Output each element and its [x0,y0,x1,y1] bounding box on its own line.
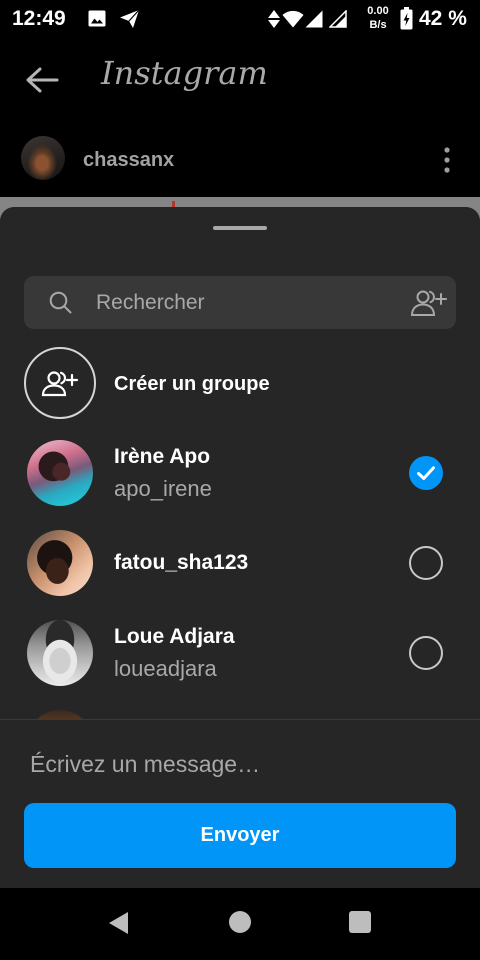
gallery-icon [88,10,106,27]
drag-handle[interactable] [213,226,267,230]
contact-avatar [27,530,93,596]
network-speed-value: 0.00 [367,5,389,17]
search-input[interactable] [96,276,396,329]
contact-name: fatou_sha123 [114,551,249,574]
contact-text: fatou_sha123 [114,518,394,608]
post-username[interactable]: chassanx [83,148,174,172]
send-icon [120,9,140,28]
select-radio[interactable] [409,456,443,490]
nav-recents-icon[interactable] [349,911,371,933]
select-radio[interactable] [409,546,443,580]
contact-name: Loue Adjara [114,625,235,648]
divider [0,719,480,720]
nav-home-icon[interactable] [229,911,251,933]
search-icon [49,291,72,314]
send-button[interactable]: Envoyer [24,803,456,868]
network-speed-unit: B/s [369,19,387,31]
contact-avatar [27,440,93,506]
data-activity-icon [268,10,280,28]
contact-row[interactable]: Loue Adjara loueadjara [0,608,480,698]
battery-percent: 42 % [419,7,467,30]
instagram-logo: Instagram [101,54,268,92]
add-people-icon[interactable] [410,288,448,318]
back-arrow-icon[interactable] [25,66,59,94]
group-add-icon [41,371,79,397]
search-bar[interactable] [24,276,456,329]
contact-name: Irène Apo [114,445,211,468]
contact-list[interactable]: Irène Apo apo_irene fatou_sha123 Loue Ad… [0,428,480,719]
more-vertical-icon[interactable] [441,146,453,174]
contact-text: Irène Apo apo_irene [114,428,394,518]
contact-text: Loue Adjara loueadjara [114,608,394,698]
status-bar: 12:49 0.00 B/s 42 % [0,0,480,38]
share-sheet: Créer un groupe Irène Apo apo_irene fato… [0,207,480,888]
status-time: 12:49 [12,7,66,30]
create-group-circle[interactable] [24,347,96,419]
contact-row[interactable]: Irène Apo apo_irene [0,428,480,518]
wifi-icon [282,10,304,28]
create-group-row[interactable]: Créer un groupe [0,347,480,421]
empty-circle-icon [409,636,443,670]
contact-username: loueadjara [114,656,217,681]
contact-row-partial[interactable] [0,698,480,719]
contact-username: apo_irene [114,476,212,501]
contact-row[interactable]: fatou_sha123 [0,518,480,608]
create-group-label: Créer un groupe [114,373,270,395]
signal-icon [305,10,323,28]
nav-back-icon[interactable] [107,911,129,935]
network-speed: 0.00 B/s [362,4,394,32]
message-input[interactable] [30,744,450,784]
contact-avatar [27,710,93,719]
avatar[interactable] [21,136,65,180]
contact-avatar [27,620,93,686]
signal-icon [329,10,347,28]
navigation-bar [0,888,480,960]
battery-charging-icon [400,7,413,30]
empty-circle-icon [409,546,443,580]
checkmark-icon [409,456,443,490]
select-radio[interactable] [409,636,443,670]
